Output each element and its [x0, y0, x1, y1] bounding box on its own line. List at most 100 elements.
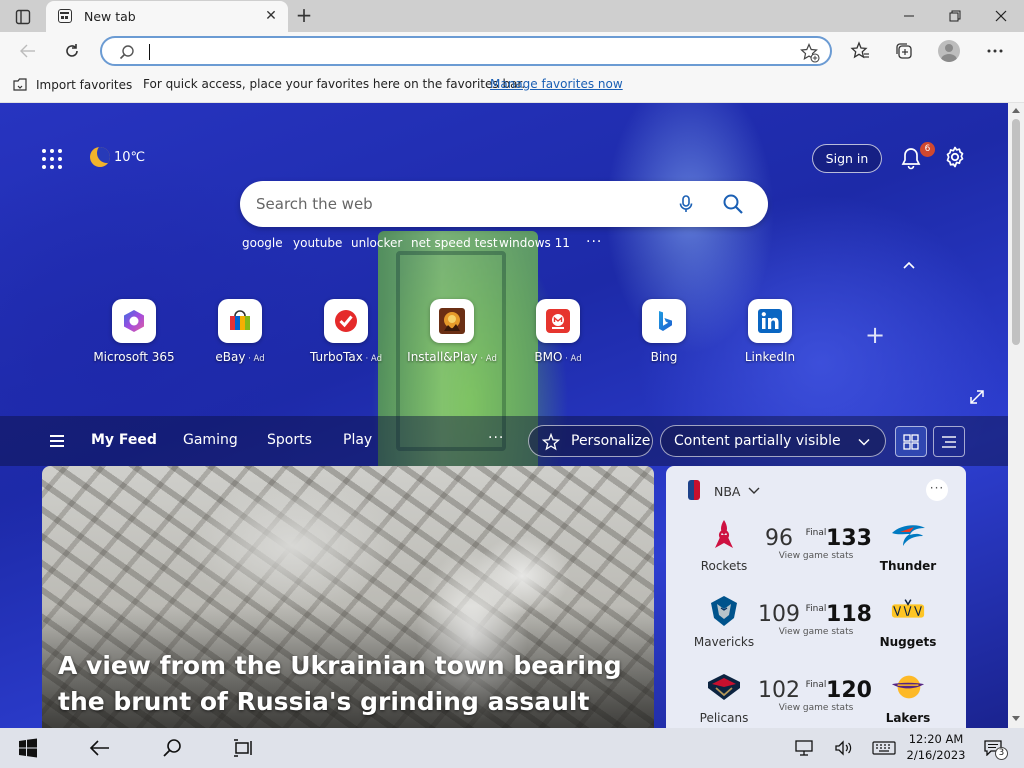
taskbar-search-button[interactable] [150, 728, 194, 768]
web-search-input[interactable] [256, 193, 636, 215]
taskbar-back-button[interactable] [78, 728, 122, 768]
list-layout-button[interactable] [933, 426, 965, 457]
quick-link-tile [536, 299, 580, 343]
lakers-logo-icon [890, 670, 926, 704]
trending-search-link[interactable]: windows 11 [499, 236, 570, 250]
tab-play[interactable]: Play [343, 432, 372, 448]
import-favorites-button[interactable]: Import favorites [12, 77, 132, 93]
favorites-button[interactable] [846, 38, 874, 64]
team-name: Pelicans [699, 711, 749, 725]
nba-league-selector[interactable]: NBA [714, 484, 740, 499]
game-row[interactable]: Rockets 96 Final View game stats 133 Thu… [666, 516, 966, 582]
quick-links: Microsoft 365 eBay · Ad TurboTax · Ad In… [0, 299, 1008, 369]
expand-background-icon[interactable] [968, 388, 986, 406]
minimize-button[interactable] [886, 0, 932, 32]
add-quick-link-button[interactable]: + [864, 323, 886, 347]
quick-link-tile [642, 299, 686, 343]
grid-dot-icon [42, 165, 46, 169]
quick-link-linkedin[interactable]: LinkedIn [720, 299, 820, 369]
search-submit-icon[interactable] [722, 193, 744, 215]
weather-widget[interactable]: 10℃ [90, 147, 145, 167]
quick-link-install-play[interactable]: Install&Play · Ad [402, 299, 502, 369]
ad-marker: · Ad [362, 354, 382, 364]
team-away: Thunder [868, 516, 948, 582]
scroll-down-arrow-icon[interactable] [1012, 716, 1020, 721]
view-game-stats-link[interactable]: View game stats [774, 627, 858, 637]
profile-avatar[interactable] [938, 40, 960, 62]
collections-icon [896, 43, 912, 59]
refresh-button[interactable] [58, 38, 86, 64]
personalize-label: Personalize [571, 433, 651, 449]
tab-my-feed[interactable]: My Feed [91, 432, 157, 448]
hero-story-title[interactable]: A view from the Ukrainian town bearing t… [58, 648, 638, 720]
view-game-stats-link[interactable]: View game stats [774, 551, 858, 561]
import-favorites-icon [13, 78, 27, 91]
tab-gaming[interactable]: Gaming [183, 432, 238, 448]
quick-link-ebay[interactable]: eBay · Ad [190, 299, 290, 369]
clock-date: 2/16/2023 [906, 748, 966, 762]
quick-link-tile [324, 299, 368, 343]
collections-button[interactable] [890, 38, 918, 64]
tab-sports[interactable]: Sports [267, 432, 312, 448]
tab-bar: New tab ✕ + [0, 0, 1024, 32]
tab-new-tab[interactable]: New tab ✕ [46, 1, 288, 32]
quick-link-bing[interactable]: Bing [614, 299, 714, 369]
hamburger-menu-icon[interactable] [50, 435, 64, 447]
trending-search-link[interactable]: unlocker [351, 236, 402, 250]
away-score: 133 [826, 526, 872, 551]
settings-and-more-button[interactable] [981, 38, 1009, 64]
linkedin-icon [758, 309, 782, 333]
trending-search-link[interactable]: youtube [293, 236, 342, 250]
web-search-box[interactable] [240, 181, 768, 227]
more-feed-tabs-button[interactable]: ··· [488, 430, 504, 446]
task-view-button[interactable] [222, 728, 266, 768]
scrollbar-thumb[interactable] [1012, 119, 1020, 345]
start-button[interactable] [6, 728, 50, 768]
system-clock[interactable]: 12:20 AM 2/16/2023 [896, 731, 976, 763]
more-trending-button[interactable]: ··· [586, 234, 602, 250]
manage-favorites-link[interactable]: Manage favorites now [490, 77, 623, 91]
trending-search-link[interactable]: net speed test [411, 236, 498, 250]
quick-link-bmo[interactable]: BMO · Ad [508, 299, 608, 369]
game-row[interactable]: Pelicans 102 Final View game stats 120 L… [666, 668, 966, 728]
scroll-up-arrow-icon[interactable] [1012, 108, 1020, 113]
volume-icon[interactable] [833, 738, 853, 758]
new-tab-page: 10℃ Sign in 6 google youtube unlocker ne… [0, 103, 1008, 728]
app-launcher-button[interactable] [40, 147, 64, 171]
card-more-options-button[interactable]: ··· [926, 479, 948, 501]
view-game-stats-link[interactable]: View game stats [774, 703, 858, 713]
trending-search-link[interactable]: google [242, 236, 283, 250]
restore-button[interactable] [932, 0, 978, 32]
add-favorite-icon[interactable] [800, 43, 820, 63]
grid-layout-button[interactable] [895, 426, 927, 457]
tab-actions-icon [15, 9, 31, 25]
new-tab-button[interactable]: + [292, 5, 316, 27]
personalize-button[interactable]: Personalize [528, 425, 653, 457]
text-caret [149, 44, 150, 60]
page-settings-gear-icon[interactable] [943, 145, 967, 169]
game-row[interactable]: Mavericks 109 Final View game stats 118 … [666, 592, 966, 658]
hero-story-card[interactable]: A view from the Ukrainian town bearing t… [42, 466, 654, 728]
quick-link-microsoft-365[interactable]: Microsoft 365 [84, 299, 184, 369]
quick-link-turbotax[interactable]: TurboTax · Ad [296, 299, 396, 369]
microphone-icon[interactable] [676, 194, 696, 214]
close-window-button[interactable] [978, 0, 1024, 32]
chevron-up-icon[interactable] [900, 258, 918, 272]
quick-link-label: Microsoft 365 [84, 350, 184, 364]
page-scrollbar[interactable] [1008, 103, 1024, 728]
tab-actions-button[interactable] [10, 6, 36, 28]
touch-keyboard-icon[interactable] [872, 738, 896, 758]
list-layout-icon [942, 435, 956, 448]
address-input[interactable] [146, 41, 766, 61]
chevron-down-icon[interactable] [746, 484, 762, 498]
team-away: Nuggets [868, 592, 948, 658]
quick-link-name: LinkedIn [744, 350, 796, 364]
address-bar[interactable] [100, 36, 832, 66]
content-visibility-dropdown[interactable]: Content partially visible [660, 425, 886, 457]
back-button[interactable] [14, 38, 42, 64]
close-tab-icon[interactable]: ✕ [263, 8, 279, 24]
favorites-bar: Import favorites For quick access, place… [0, 70, 1024, 103]
team-name: Nuggets [879, 635, 937, 649]
network-icon[interactable] [794, 738, 814, 758]
sign-in-button[interactable]: Sign in [812, 144, 882, 173]
